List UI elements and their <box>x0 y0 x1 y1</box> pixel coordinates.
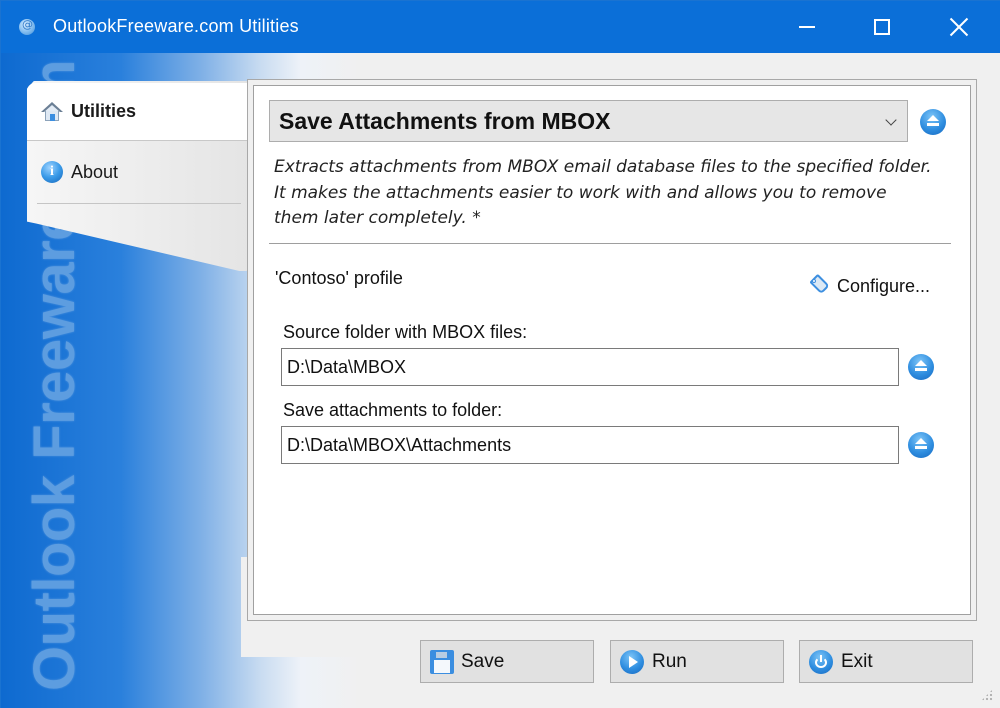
sidebar-item-about[interactable]: i About <box>27 143 253 201</box>
window-title: OutlookFreeware.com Utilities <box>53 16 299 36</box>
section-divider <box>269 243 951 244</box>
minimize-button[interactable] <box>771 1 843 53</box>
info-icon: i <box>41 161 63 183</box>
target-folder-label: Save attachments to folder: <box>283 400 503 420</box>
source-folder-browse-button[interactable] <box>908 354 934 380</box>
sidebar-item-label: About <box>71 161 119 182</box>
power-icon <box>809 649 833 674</box>
profile-label: 'Contoso' profile <box>275 268 403 288</box>
tag-icon <box>807 273 831 298</box>
sidebar-item-label: Utilities <box>71 101 137 121</box>
play-icon <box>620 649 644 674</box>
sidebar-divider <box>37 203 241 204</box>
save-button[interactable]: Save <box>420 640 594 683</box>
target-folder-browse-button[interactable] <box>908 432 934 458</box>
exit-button-label: Exit <box>841 650 873 672</box>
utility-dropdown[interactable]: Save Attachments from MBOX <box>269 100 908 142</box>
source-folder-input[interactable] <box>281 348 899 386</box>
app-window: OutlookFreeware.com Utilities Outlook Fr… <box>0 0 1000 708</box>
sidebar-nav: Utilities i About <box>27 81 253 271</box>
maximize-button[interactable] <box>846 1 918 53</box>
utility-eject-button[interactable] <box>920 109 946 135</box>
eject-icon <box>915 438 927 444</box>
app-icon <box>19 18 35 35</box>
minimize-icon <box>799 26 815 28</box>
target-folder-input[interactable] <box>281 426 899 464</box>
exit-button[interactable]: Exit <box>799 640 973 683</box>
floppy-disk-icon <box>430 649 454 674</box>
close-button[interactable] <box>923 1 995 53</box>
title-bar[interactable]: OutlookFreeware.com Utilities <box>1 1 1000 53</box>
configure-label: Configure... <box>837 275 931 296</box>
eject-icon <box>915 360 927 366</box>
run-button[interactable]: Run <box>610 640 784 683</box>
maximize-icon <box>874 19 890 35</box>
home-icon <box>41 101 63 123</box>
save-button-label: Save <box>461 650 505 672</box>
source-folder-label: Source folder with MBOX files: <box>283 322 528 342</box>
chevron-down-icon <box>885 114 897 126</box>
sidebar-item-utilities[interactable]: Utilities <box>27 83 253 141</box>
run-button-label: Run <box>652 650 687 672</box>
configure-link[interactable]: Configure... <box>807 273 931 298</box>
eject-icon <box>927 115 939 121</box>
close-icon <box>949 17 969 37</box>
utility-description: Extracts attachments from MBOX email dat… <box>274 157 932 228</box>
utility-dropdown-value: Save Attachments from MBOX <box>279 107 611 134</box>
